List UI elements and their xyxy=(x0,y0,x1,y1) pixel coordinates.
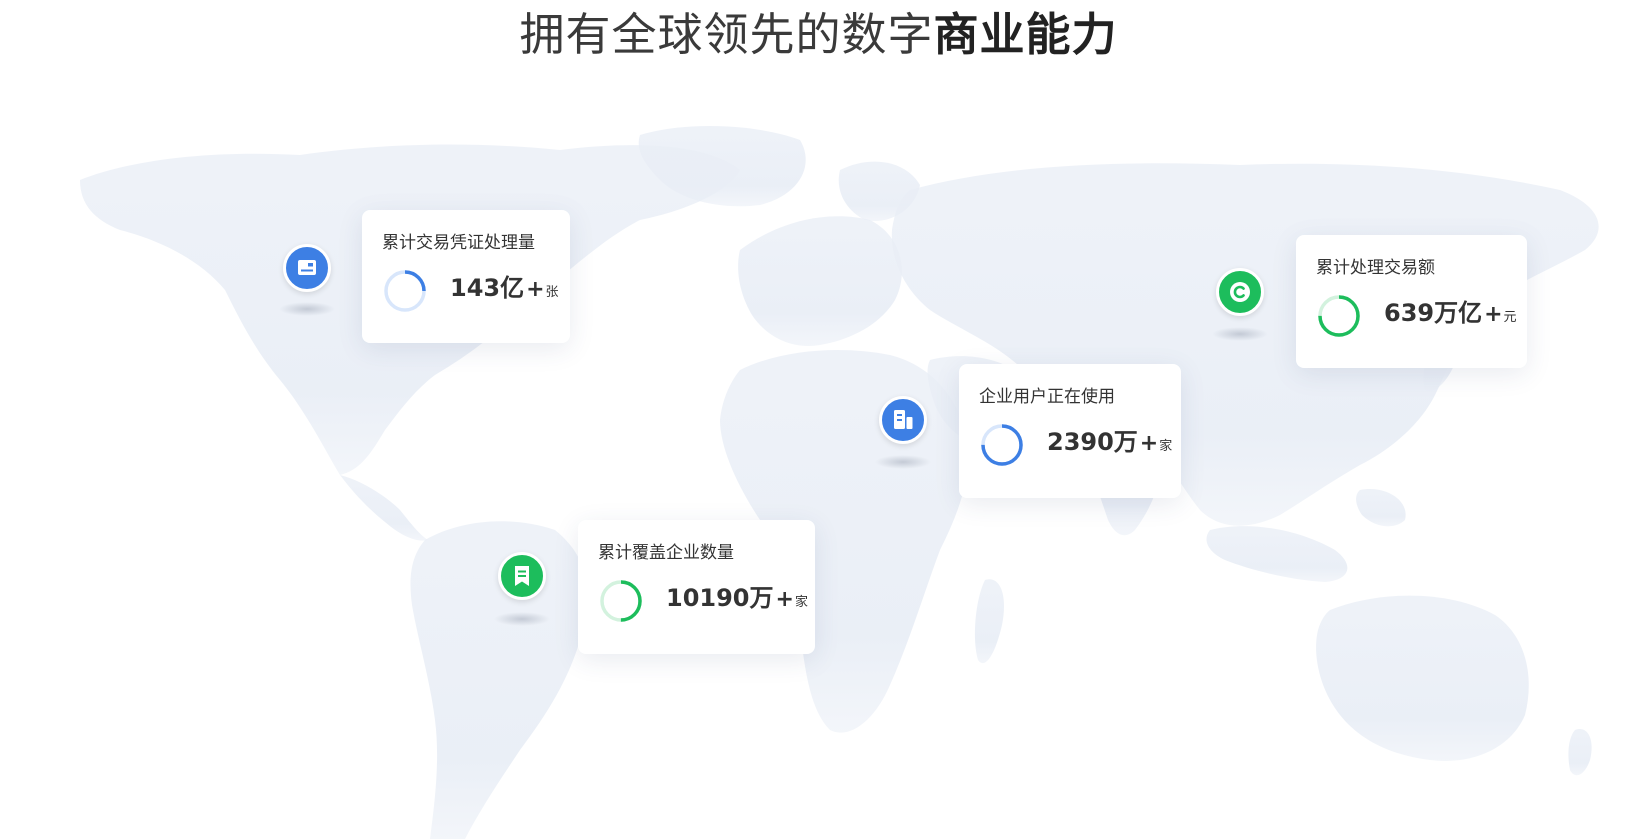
pin-shadow xyxy=(279,302,335,316)
stat-plus: + xyxy=(526,277,545,302)
stat-card-invoices: 累计交易凭证处理量 143亿+张 xyxy=(362,210,570,343)
progress-ring xyxy=(1318,295,1360,337)
pin-shadow xyxy=(494,612,550,626)
page-title: 拥有全球领先的数字商业能力 xyxy=(0,4,1637,66)
page-title-light: 拥有全球领先的数字 xyxy=(519,8,934,61)
stat-number: 10190万 xyxy=(666,584,774,612)
map-pin-enterprise-users[interactable] xyxy=(879,396,927,444)
stat-unit: 家 xyxy=(1159,439,1173,454)
stat-plus: + xyxy=(1139,431,1159,456)
stat-card-enterprise-users: 企业用户正在使用 2390万+家 xyxy=(959,364,1181,498)
invoice-card-icon xyxy=(298,260,316,275)
progress-ring xyxy=(981,424,1023,466)
stat-value: 2390万+家 xyxy=(1047,422,1172,457)
progress-ring xyxy=(384,270,426,312)
stat-card-enterprises-covered: 累计覆盖企业数量 10190万+家 xyxy=(578,520,815,654)
business-capability-section: 拥有全球领先的数字商业能力 累计交易凭证处理量 143亿+张 累计处理交易额 6… xyxy=(0,0,1637,839)
stat-number: 143亿 xyxy=(450,274,525,302)
stat-value: 10190万+家 xyxy=(666,578,808,613)
stat-number: 2390万 xyxy=(1047,428,1138,456)
progress-ring xyxy=(600,580,642,622)
building-icon xyxy=(894,410,913,429)
stat-label: 累计覆盖企业数量 xyxy=(598,543,734,563)
stat-label: 累计交易凭证处理量 xyxy=(382,233,535,253)
stat-plus: + xyxy=(775,587,794,612)
stat-card-transactions: 累计处理交易额 639万亿+元 xyxy=(1296,235,1527,368)
stat-unit: 家 xyxy=(794,595,808,610)
stat-unit: 张 xyxy=(545,285,559,300)
stat-value: 143亿+张 xyxy=(450,268,559,303)
stat-plus: + xyxy=(1484,302,1503,327)
stat-unit: 元 xyxy=(1503,310,1517,325)
map-pin-invoice[interactable] xyxy=(283,244,331,292)
world-map xyxy=(80,125,1599,839)
map-pin-enterprises-covered[interactable] xyxy=(498,552,546,600)
pin-shadow xyxy=(1212,327,1268,341)
stat-label: 企业用户正在使用 xyxy=(979,387,1115,407)
copyright-coin-icon xyxy=(1230,282,1250,302)
map-pin-transactions[interactable] xyxy=(1216,268,1264,316)
stat-number: 639万亿 xyxy=(1384,299,1483,327)
pin-shadow xyxy=(875,455,931,469)
page-title-bold: 商业能力 xyxy=(933,8,1118,61)
stat-value: 639万亿+元 xyxy=(1384,293,1517,328)
stat-label: 累计处理交易额 xyxy=(1316,258,1435,278)
bookmark-document-icon xyxy=(515,566,529,586)
